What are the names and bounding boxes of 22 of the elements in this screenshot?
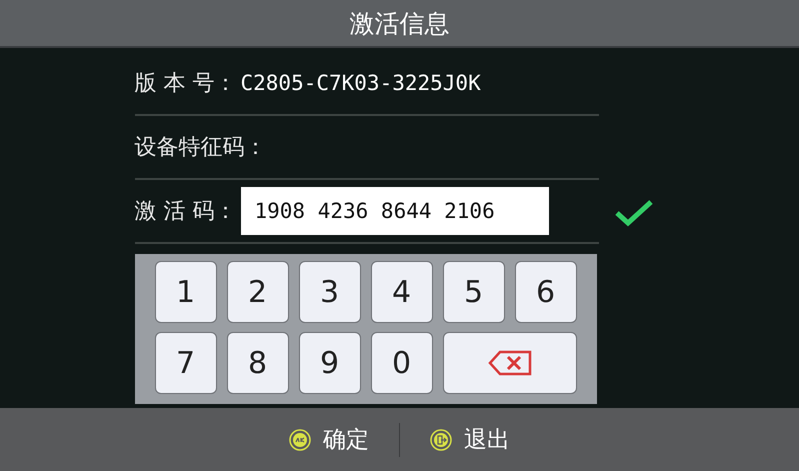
digit-key[interactable]: 9 <box>298 332 360 394</box>
digit-key[interactable]: 0 <box>370 332 432 394</box>
exit-button[interactable]: 退出 <box>400 424 540 455</box>
digit-key[interactable]: 3 <box>298 261 360 323</box>
confirm-button[interactable]: 确定 <box>259 424 399 455</box>
digit-key[interactable]: 1 <box>154 261 216 323</box>
field-value: C2805-C7K03-3225J0K <box>240 71 481 95</box>
exit-icon <box>430 428 452 450</box>
input-field[interactable]: 1908 4236 8644 2106 <box>240 187 548 235</box>
field-label: 激 活 码： <box>134 198 236 226</box>
digit-key[interactable]: 4 <box>370 261 432 323</box>
backspace-key[interactable] <box>442 332 576 394</box>
digit-key[interactable]: 2 <box>226 261 288 323</box>
backspace-icon <box>488 350 532 376</box>
window-title: 激活信息 <box>350 8 450 40</box>
field-label: 版 本 号： <box>134 70 236 98</box>
digit-key[interactable]: 7 <box>154 332 216 394</box>
digit-key[interactable]: 6 <box>514 261 576 323</box>
field-label: 设备特征码： <box>134 134 266 162</box>
digit-key[interactable]: 5 <box>442 261 504 323</box>
ok-icon <box>289 428 311 450</box>
digit-key[interactable]: 8 <box>226 332 288 394</box>
